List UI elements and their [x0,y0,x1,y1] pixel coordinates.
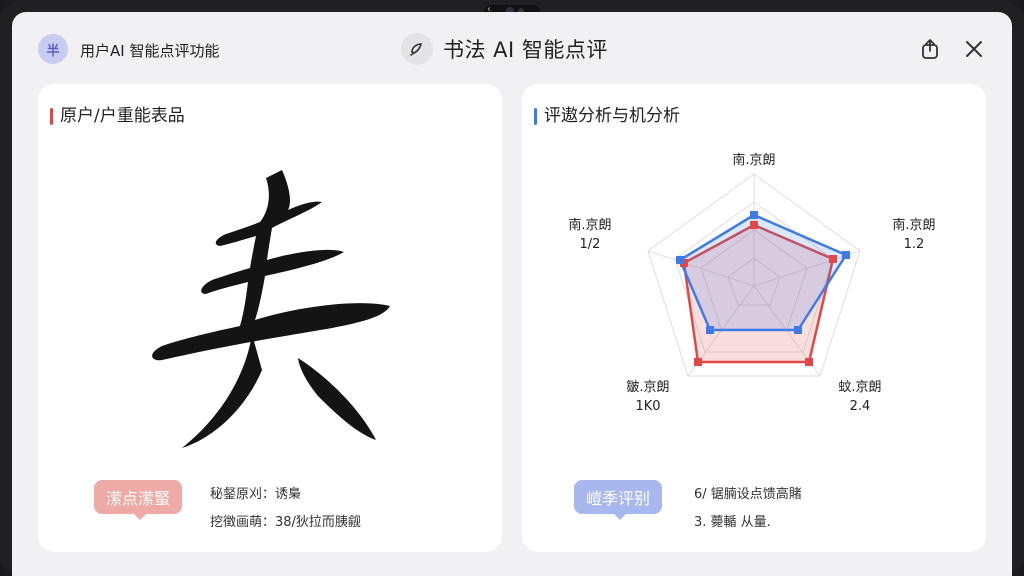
brush-icon [401,33,433,65]
radar-label-top: 南.京朗 [732,152,775,168]
rating-badge: 嵦季评别 [574,480,663,520]
calligraphy-artwork [122,148,422,448]
score-badge: 潆点潆蜸 [94,480,183,520]
radar-value-left: 1/2 [580,237,601,252]
page-title-group: 书法 AI 智能点评 [401,32,608,66]
artwork-card: 原户/户重能表品 潆点潆蜸 秘錖原刈：诱梟 挖徵画萌：38/狄拉而胰觎 [38,84,502,552]
app-title: 用户AI 智能点评功能 [80,42,220,60]
rating-badge-label: 嵦季评别 [586,489,651,508]
analysis-card: 评遨分析与机分析 南.京朗 南.京朗 1.2 蚊.京朗 2.4 皺.京朗 1K0… [522,84,986,552]
tablet-frame: ‹ 半 用户AI 智能点评功能 书法 AI 智能点评 原户/户重能表品 潆点潆蜸… [0,0,1024,576]
radar-label-bottom-left: 皺.京朗 [626,380,669,395]
radar-chart: 南.京朗 南.京朗 1.2 蚊.京朗 2.4 皺.京朗 1K0 南.京朗 1/2 [568,152,935,414]
artwork-note-1: 秘錖原刈：诱梟 [210,487,302,502]
radar-value-right: 1.2 [904,237,925,252]
top-bar: 半 用户AI 智能点评功能 书法 AI 智能点评 [12,12,1012,84]
badge-tail [614,514,626,520]
share-icon[interactable] [918,37,942,61]
close-icon[interactable] [962,37,986,61]
radar-label-bottom-right: 蚊.京朗 [838,380,881,395]
page-title: 书法 AI 智能点评 [443,38,608,62]
score-badge-label: 潆点潆蜸 [106,489,171,508]
artwork-card-title: 原户/户重能表品 [50,106,185,126]
radar-value-bottom-right: 2.4 [850,399,871,414]
analysis-card-title: 评遨分析与机分析 [534,106,680,126]
avatar[interactable]: 半 [38,34,68,64]
app-screen: 半 用户AI 智能点评功能 书法 AI 智能点评 原户/户重能表品 潆点潆蜸 秘… [12,12,1012,576]
artwork-note-2: 挖徵画萌：38/狄拉而胰觎 [210,515,361,530]
badge-tail [134,514,146,520]
radar-value-bottom-left: 1K0 [635,399,660,414]
radar-label-left: 南.京朗 [568,217,611,233]
analysis-note-2: 3. 薨輴 从量. [694,515,771,530]
radar-label-right: 南.京朗 [892,217,935,233]
analysis-note-1: 6/ 锯腩设点馈高賭 [694,487,802,502]
